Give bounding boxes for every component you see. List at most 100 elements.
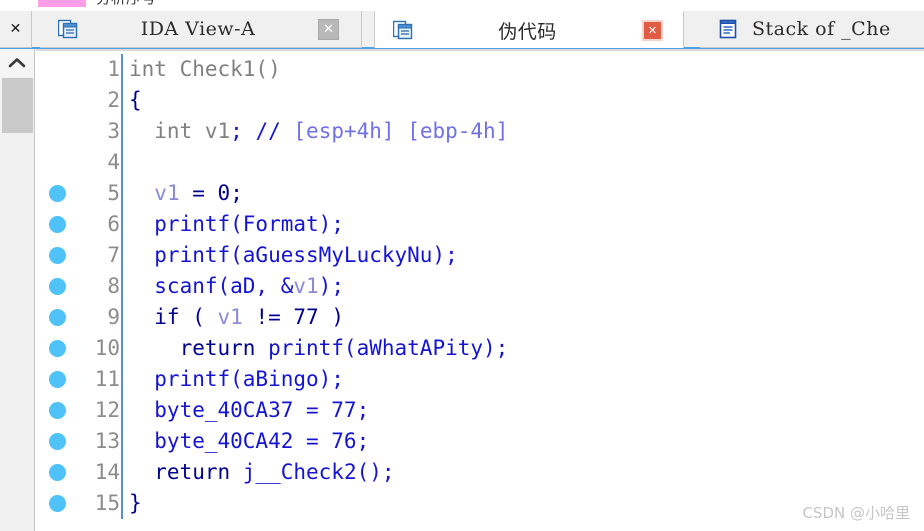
code-line-text[interactable]: printf(aGuessMyLuckyNu); bbox=[123, 240, 924, 271]
code-token: j__Check2(); bbox=[242, 460, 395, 484]
breakpoint-dot-icon[interactable] bbox=[48, 464, 66, 481]
clipped-top-label: 分析序号 bbox=[96, 0, 156, 8]
code-line[interactable]: 6 printf(Format); bbox=[36, 209, 924, 240]
tab-pseudocode-close-icon[interactable]: ✕ bbox=[642, 19, 663, 41]
code-line[interactable]: 5 v1 = 0; bbox=[36, 178, 924, 209]
breakpoint-marker[interactable] bbox=[36, 302, 78, 333]
breakpoint-marker[interactable] bbox=[36, 364, 78, 395]
breakpoint-marker[interactable] bbox=[36, 457, 78, 488]
code-token: byte_40CA42 = 76; bbox=[129, 429, 370, 453]
tab-ida-view-a-close-icon[interactable]: ✕ bbox=[318, 18, 339, 40]
code-line-text[interactable]: byte_40CA37 = 77; bbox=[123, 395, 924, 426]
line-number: 2 bbox=[107, 88, 120, 112]
breakpoint-gutter-empty[interactable] bbox=[36, 85, 78, 116]
breakpoint-dot-icon[interactable] bbox=[48, 495, 66, 512]
code-line-text[interactable]: int v1; // [esp+4h] [ebp-4h] bbox=[123, 116, 924, 147]
code-token: v1 bbox=[293, 274, 319, 298]
tab-ida-view-a[interactable]: IDA View-A ✕ bbox=[40, 11, 362, 48]
breakpoint-dot-icon[interactable] bbox=[48, 309, 66, 326]
scroll-up-button[interactable] bbox=[0, 49, 34, 77]
code-token: if ( bbox=[129, 305, 218, 329]
code-line[interactable]: 12 byte_40CA37 = 77; bbox=[36, 395, 924, 426]
code-line[interactable]: 1 int Check1() bbox=[36, 54, 924, 85]
tab-bar: ✕ IDA View-A ✕ 伪代码 ✕ Stack of _Che bbox=[0, 11, 924, 49]
breakpoint-dot-icon[interactable] bbox=[48, 247, 66, 264]
code-line[interactable]: 15} bbox=[36, 488, 924, 519]
gutter-separator bbox=[121, 147, 123, 178]
code-line-text[interactable]: printf(aBingo); bbox=[123, 364, 924, 395]
code-line[interactable]: 8 scanf(aD, &v1); bbox=[36, 271, 924, 302]
line-number: 9 bbox=[107, 305, 120, 329]
breakpoint-gutter-empty[interactable] bbox=[36, 147, 78, 178]
breakpoint-marker[interactable] bbox=[36, 240, 78, 271]
code-line-text[interactable]: if ( v1 != 77 ) bbox=[123, 302, 924, 333]
breakpoint-marker[interactable] bbox=[36, 209, 78, 240]
code-token: != bbox=[242, 305, 294, 329]
breakpoint-dot-icon[interactable] bbox=[48, 340, 66, 357]
code-line-text[interactable]: scanf(aD, &v1); bbox=[123, 271, 924, 302]
breakpoint-dot-icon[interactable] bbox=[48, 371, 66, 388]
code-line[interactable]: 13 byte_40CA42 = 76; bbox=[36, 426, 924, 457]
breakpoint-marker[interactable] bbox=[36, 178, 78, 209]
breakpoint-marker[interactable] bbox=[36, 395, 78, 426]
line-number: 4 bbox=[107, 150, 120, 174]
code-token: int Check1() bbox=[129, 57, 281, 81]
line-number: 13 bbox=[94, 429, 120, 453]
code-line-text[interactable]: v1 = 0; bbox=[123, 178, 924, 209]
code-line-text[interactable]: return j__Check2(); bbox=[123, 457, 924, 488]
code-line-list: 1 int Check1() 2{3 int v1; // [esp+4h] [eb… bbox=[36, 54, 924, 519]
code-line[interactable]: 11 printf(aBingo); bbox=[36, 364, 924, 395]
code-line[interactable]: 2{ bbox=[36, 85, 924, 116]
code-line[interactable]: 3 int v1; // [esp+4h] [ebp-4h] bbox=[36, 116, 924, 147]
vertical-scrollbar[interactable] bbox=[0, 49, 35, 531]
tab-stack-of-check[interactable]: Stack of _Che bbox=[700, 11, 924, 48]
code-token: return bbox=[129, 460, 243, 484]
tab-pseudocode-label: 伪代码 bbox=[498, 20, 557, 43]
breakpoint-gutter-empty[interactable] bbox=[36, 116, 78, 147]
code-line[interactable]: 9 if ( v1 != 77 ) bbox=[36, 302, 924, 333]
code-token: ; bbox=[230, 119, 243, 143]
breakpoint-marker[interactable] bbox=[36, 333, 78, 364]
pseudocode-editor[interactable]: 1 int Check1() 2{3 int v1; // [esp+4h] [eb… bbox=[36, 49, 924, 531]
code-line[interactable]: 10 return printf(aWhatAPity); bbox=[36, 333, 924, 364]
tab-pseudocode[interactable]: 伪代码 ✕ bbox=[374, 11, 684, 48]
breakpoint-marker[interactable] bbox=[36, 426, 78, 457]
line-number: 8 bbox=[107, 274, 120, 298]
breakpoint-marker[interactable] bbox=[36, 271, 78, 302]
breakpoint-marker[interactable] bbox=[36, 488, 78, 519]
close-pane-button[interactable]: ✕ bbox=[0, 11, 32, 48]
line-number: 5 bbox=[107, 181, 120, 205]
code-line[interactable]: 14 return j__Check2(); bbox=[36, 457, 924, 488]
code-line-text[interactable]: int Check1() bbox=[123, 54, 924, 85]
document-lines-icon bbox=[718, 19, 738, 39]
code-token: [esp+4h] [ebp-4h] bbox=[280, 119, 509, 143]
line-number: 12 bbox=[94, 398, 120, 422]
scrollbar-thumb[interactable] bbox=[2, 78, 33, 133]
code-line-text[interactable]: byte_40CA42 = 76; bbox=[123, 426, 924, 457]
line-number: 7 bbox=[107, 243, 120, 267]
breakpoint-dot-icon[interactable] bbox=[48, 402, 66, 419]
code-token: scanf(aD, & bbox=[129, 274, 294, 298]
window-copy-icon bbox=[57, 19, 78, 39]
code-line-text[interactable]: printf(Format); bbox=[123, 209, 924, 240]
code-token: byte_40CA37 = 77; bbox=[129, 398, 370, 422]
code-line[interactable]: 7 printf(aGuessMyLuckyNu); bbox=[36, 240, 924, 271]
code-token: printf(aBingo); bbox=[129, 367, 344, 391]
breakpoint-dot-icon[interactable] bbox=[48, 216, 66, 233]
code-line-text[interactable]: return printf(aWhatAPity); bbox=[123, 333, 924, 364]
code-token: { bbox=[129, 88, 142, 112]
line-number: 10 bbox=[94, 336, 120, 360]
breakpoint-dot-icon[interactable] bbox=[48, 185, 66, 202]
code-token: printf(aWhatAPity); bbox=[268, 336, 509, 360]
code-token: printf(Format); bbox=[129, 212, 344, 236]
breakpoint-dot-icon[interactable] bbox=[48, 278, 66, 295]
code-token: return bbox=[129, 336, 269, 360]
csdn-watermark: CSDN @小哈里 bbox=[802, 504, 910, 522]
code-line[interactable]: 4 bbox=[36, 147, 924, 178]
breakpoint-gutter-empty[interactable] bbox=[36, 54, 78, 85]
breakpoint-dot-icon[interactable] bbox=[48, 433, 66, 450]
code-line-text[interactable]: { bbox=[123, 85, 924, 116]
line-number: 6 bbox=[107, 212, 120, 236]
